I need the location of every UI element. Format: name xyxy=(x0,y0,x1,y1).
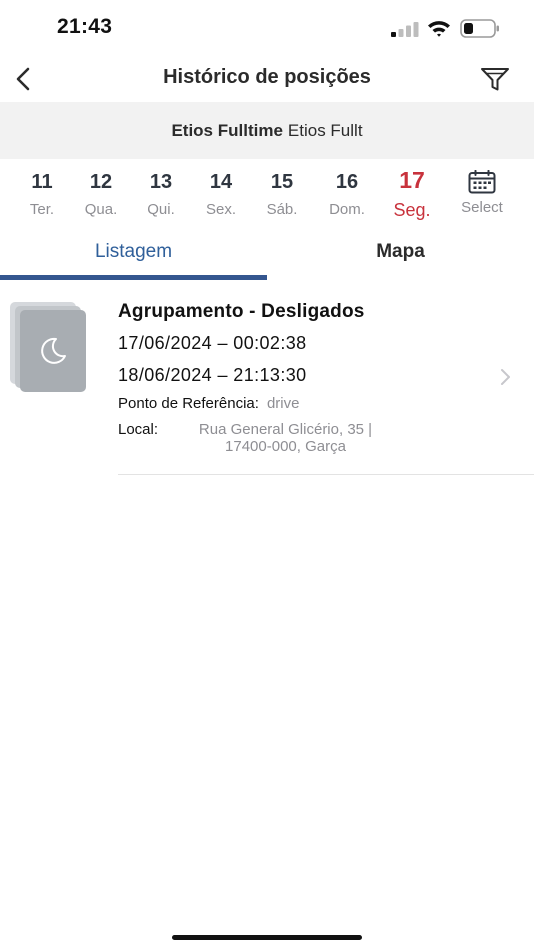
day-weekday: Ter. xyxy=(29,201,55,218)
day-weekday: Seg. xyxy=(393,200,431,220)
day-weekday: Sex. xyxy=(205,201,236,218)
day-16[interactable]: 16 Dom. xyxy=(315,164,379,226)
local-label: Local: xyxy=(118,421,159,438)
status-bar: 21:43 xyxy=(0,0,534,56)
reference-row: Ponto de Referência: drive xyxy=(118,395,299,412)
day-number: 13 xyxy=(149,171,173,193)
day-number: 11 xyxy=(31,171,53,193)
select-date-button[interactable]: Select xyxy=(450,164,514,226)
day-weekday: Sáb. xyxy=(266,201,298,218)
day-13[interactable]: 13 Qui. xyxy=(129,164,193,226)
item-title: Agrupamento - Desligados xyxy=(118,301,365,322)
filter-icon xyxy=(481,68,509,91)
battery-icon xyxy=(460,19,499,38)
day-weekday: Dom. xyxy=(329,201,365,218)
day-15[interactable]: 15 Sáb. xyxy=(250,164,314,226)
day-12[interactable]: 12 Qua. xyxy=(69,164,133,226)
day-number: 12 xyxy=(89,171,113,193)
divider xyxy=(118,474,534,475)
day-14[interactable]: 14 Sex. xyxy=(189,164,253,226)
moon-icon xyxy=(41,337,66,364)
reference-value: drive xyxy=(266,395,300,412)
day-weekday: Qui. xyxy=(147,201,175,218)
home-indicator[interactable] xyxy=(172,935,362,940)
reference-label: Ponto de Referência: xyxy=(118,395,259,412)
day-number: 15 xyxy=(270,171,294,193)
group-thumbnail xyxy=(10,302,88,394)
day-weekday: Qua. xyxy=(84,201,118,218)
vehicle-name: Etios Fulltime xyxy=(171,120,283,140)
wifi-icon xyxy=(428,21,450,37)
tab-mapa[interactable]: Mapa xyxy=(267,232,534,280)
vehicle-selector[interactable]: Etios Fulltime Etios Fullt xyxy=(0,102,534,159)
day-11[interactable]: 11 Ter. xyxy=(10,164,74,226)
navigation-bar: Histórico de posições xyxy=(0,56,534,102)
calendar-icon xyxy=(468,170,496,194)
day-number: 17 xyxy=(399,167,425,193)
day-17-selected[interactable]: 17 Seg. xyxy=(380,164,444,226)
chevron-right-icon xyxy=(501,369,510,385)
tab-listagem[interactable]: Listagem xyxy=(0,232,267,280)
vehicle-model: Etios Fullt xyxy=(287,120,363,140)
local-value: Rua General Glicério, 35 | 17400-000, Ga… xyxy=(198,421,373,455)
page-title: Histórico de posições xyxy=(163,66,371,88)
day-number: 14 xyxy=(209,171,233,193)
day-number: 16 xyxy=(335,171,359,193)
select-label: Select xyxy=(461,199,503,216)
filter-button[interactable] xyxy=(479,64,511,94)
day-selector: 11 Ter. 12 Qua. 13 Qui. 14 Sex. 15 Sáb. … xyxy=(0,164,534,230)
start-datetime: 17/06/2024 – 00:02:38 xyxy=(118,333,307,353)
cellular-signal-icon xyxy=(391,22,419,37)
view-tabs: Listagem Mapa xyxy=(0,232,534,280)
position-list-item[interactable]: Agrupamento - Desligados 17/06/2024 – 00… xyxy=(0,280,534,475)
status-time: 21:43 xyxy=(57,15,113,38)
end-datetime: 18/06/2024 – 21:13:30 xyxy=(118,365,307,385)
